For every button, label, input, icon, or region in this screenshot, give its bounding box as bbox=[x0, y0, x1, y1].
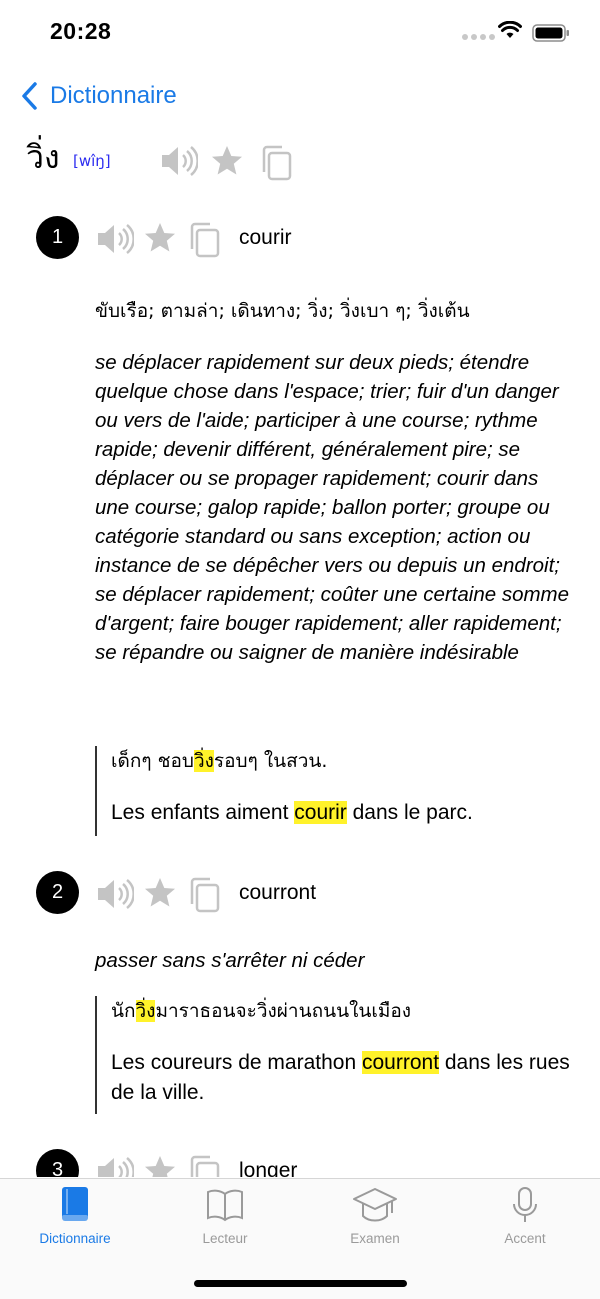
tab-examen[interactable]: Examen bbox=[300, 1185, 450, 1255]
open-book-icon bbox=[207, 1189, 243, 1222]
star-icon[interactable] bbox=[143, 1154, 177, 1177]
wifi-icon bbox=[498, 21, 522, 38]
back-button[interactable]: Dictionnaire bbox=[18, 80, 177, 112]
star-icon[interactable] bbox=[210, 144, 244, 178]
sense-number: 1 bbox=[36, 216, 79, 259]
tab-label: Lecteur bbox=[202, 1231, 248, 1246]
sense-definition: se déplacer rapidement sur deux pieds; é… bbox=[95, 351, 570, 664]
battery-icon bbox=[532, 24, 569, 42]
cellular-signal-icon bbox=[462, 34, 495, 40]
speaker-icon[interactable] bbox=[160, 143, 198, 179]
thai-synonyms: ขับเรือ; ตามล่า; เดินทาง; วิ่ง; วิ่งเบา … bbox=[95, 300, 470, 322]
example-thai: นักวิ่งมาราธอนจะวิ่งผ่านถนนในเมือง bbox=[111, 1000, 412, 1022]
tab-accent[interactable]: Accent bbox=[450, 1185, 600, 1255]
tab-label: Dictionnaire bbox=[39, 1231, 111, 1246]
tab-label: Examen bbox=[350, 1231, 400, 1246]
chevron-left-icon bbox=[22, 82, 37, 110]
highlight: courront bbox=[361, 1051, 440, 1074]
sense-number: 3 bbox=[36, 1149, 79, 1177]
sense-translation: courir bbox=[239, 226, 292, 249]
tab-lecteur[interactable]: Lecteur bbox=[150, 1185, 300, 1255]
star-icon[interactable] bbox=[143, 876, 177, 910]
book-icon bbox=[62, 1187, 88, 1221]
example-thai: เด็กๆ ชอบวิ่งรอบๆ ในสวน. bbox=[111, 750, 328, 772]
sense-translation: courront bbox=[239, 881, 317, 904]
tab-label: Accent bbox=[504, 1231, 546, 1246]
back-label: Dictionnaire bbox=[50, 82, 177, 109]
speaker-icon[interactable] bbox=[96, 1154, 134, 1177]
graduation-cap-icon bbox=[353, 1188, 397, 1222]
star-icon[interactable] bbox=[143, 221, 177, 255]
copy-icon[interactable] bbox=[188, 876, 222, 914]
copy-icon[interactable] bbox=[188, 1154, 222, 1177]
speaker-icon[interactable] bbox=[96, 221, 134, 257]
example-french: Les coureurs de marathon courront dans l… bbox=[111, 1051, 570, 1104]
copy-icon[interactable] bbox=[260, 144, 294, 182]
entry-content[interactable]: 1 courir ขับเรือ; ตามล่า; เดินทาง; วิ่ง;… bbox=[0, 190, 600, 1177]
headword: วิ่ง bbox=[26, 138, 60, 176]
speaker-icon[interactable] bbox=[96, 876, 134, 912]
example-block: เด็กๆ ชอบวิ่งรอบๆ ในสวน. Les enfants aim… bbox=[95, 746, 575, 836]
status-bar: 20:28 bbox=[0, 0, 600, 66]
sense-number: 2 bbox=[36, 871, 79, 914]
sense-definition: passer sans s'arrêter ni céder bbox=[95, 949, 365, 972]
copy-icon[interactable] bbox=[188, 221, 222, 259]
example-french: Les enfants aiment courir dans le parc. bbox=[111, 801, 473, 824]
highlight: วิ่ง bbox=[135, 1000, 156, 1022]
example-block: นักวิ่งมาราธอนจะวิ่งผ่านถนนในเมือง Les c… bbox=[95, 996, 575, 1114]
microphone-icon bbox=[513, 1187, 537, 1222]
sense-translation: longer bbox=[239, 1159, 298, 1177]
tab-dictionnaire[interactable]: Dictionnaire bbox=[0, 1185, 150, 1255]
home-indicator bbox=[194, 1280, 407, 1287]
phonetic-transcription: [wîŋ] bbox=[73, 152, 111, 170]
status-time: 20:28 bbox=[50, 18, 112, 44]
highlight: วิ่ง bbox=[193, 750, 214, 772]
highlight: courir bbox=[294, 801, 347, 824]
